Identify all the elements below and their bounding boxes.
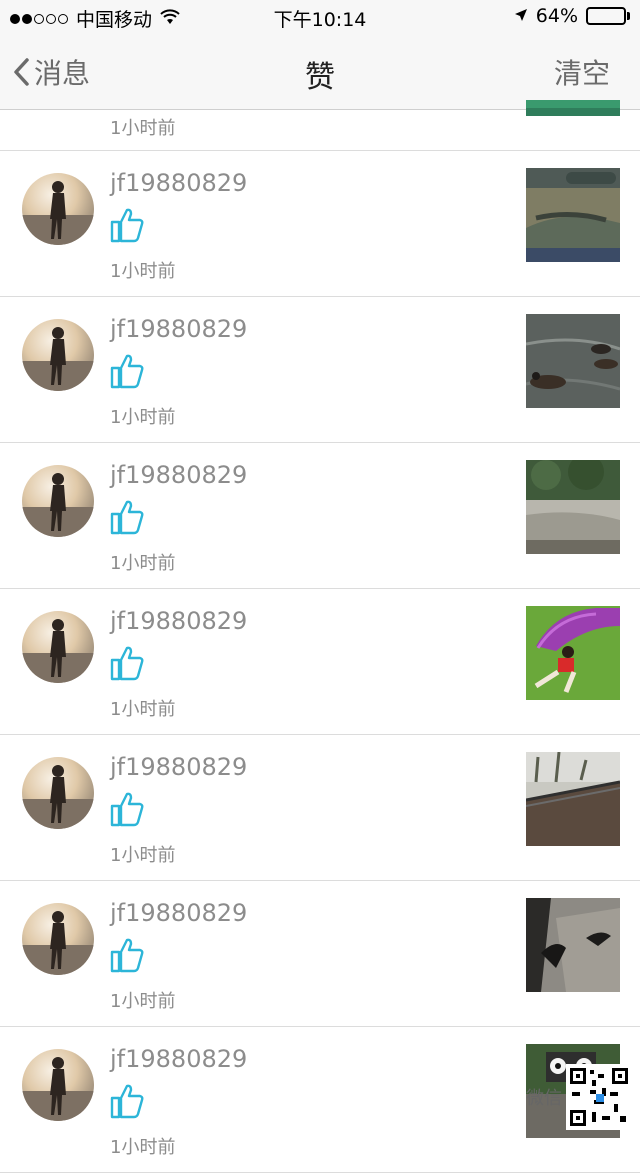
post-thumbnail[interactable] [526, 606, 620, 700]
navigation-bar: 消息 赞 清空 [0, 36, 640, 110]
location-arrow-icon [514, 5, 528, 27]
like-time: 1小时前 [110, 845, 176, 866]
username[interactable]: jf19880829 [110, 315, 247, 343]
page-title: 赞 [305, 60, 335, 95]
avatar[interactable] [22, 611, 94, 683]
post-thumbnail[interactable] [526, 460, 620, 554]
post-thumbnail[interactable] [526, 314, 620, 408]
like-time: 1小时前 [110, 407, 176, 428]
status-right: 64% [514, 5, 630, 27]
post-thumbnail[interactable] [526, 752, 620, 846]
avatar[interactable] [22, 319, 94, 391]
list-item[interactable]: 1小时前 [0, 100, 640, 151]
avatar[interactable] [22, 757, 94, 829]
username[interactable]: jf19880829 [110, 753, 247, 781]
username[interactable]: jf19880829 [110, 607, 247, 635]
thumbs-up-icon [110, 500, 144, 535]
avatar[interactable] [22, 173, 94, 245]
post-thumbnail[interactable] [526, 100, 620, 116]
avatar[interactable] [22, 903, 94, 975]
thumbs-up-icon [110, 1084, 144, 1119]
thumbs-up-icon [110, 354, 144, 389]
list-item[interactable]: jf19880829 1小时前 [0, 151, 640, 297]
like-time: 1小时前 [110, 118, 176, 139]
list-item[interactable]: jf19880829 1小时前 [0, 881, 640, 1027]
list-item[interactable]: jf19880829 1小时前 [0, 443, 640, 589]
battery-percent: 64% [535, 5, 578, 27]
like-time: 1小时前 [110, 553, 176, 574]
battery-icon [586, 7, 630, 25]
list-item[interactable]: jf19880829 1小时前 [0, 297, 640, 443]
post-thumbnail[interactable] [526, 168, 620, 262]
avatar[interactable] [22, 1049, 94, 1121]
like-time: 1小时前 [110, 699, 176, 720]
thumbs-up-icon [110, 646, 144, 681]
post-thumbnail[interactable] [526, 898, 620, 992]
like-time: 1小时前 [110, 1137, 176, 1158]
username[interactable]: jf19880829 [110, 1045, 247, 1073]
watermark-text: 微信 [526, 1088, 562, 1109]
thumbs-up-icon [110, 208, 144, 243]
clear-button[interactable]: 清空 [554, 52, 610, 92]
list-item[interactable]: jf19880829 1小时前 [0, 589, 640, 735]
username[interactable]: jf19880829 [110, 461, 247, 489]
avatar[interactable] [22, 465, 94, 537]
like-time: 1小时前 [110, 261, 176, 282]
watermark: 微信 [526, 1064, 632, 1130]
list-item[interactable]: jf19880829 1小时前 [0, 735, 640, 881]
thumbs-up-icon [110, 792, 144, 827]
qr-code-icon [566, 1064, 632, 1130]
thumbs-up-icon [110, 938, 144, 973]
username[interactable]: jf19880829 [110, 899, 247, 927]
username[interactable]: jf19880829 [110, 169, 247, 197]
status-bar: 中国移动 下午10:14 64% [0, 0, 640, 36]
likes-list: 1小时前 jf19880829 1小时前 jf19880829 1小时前 jf1… [0, 100, 640, 1173]
like-time: 1小时前 [110, 991, 176, 1012]
